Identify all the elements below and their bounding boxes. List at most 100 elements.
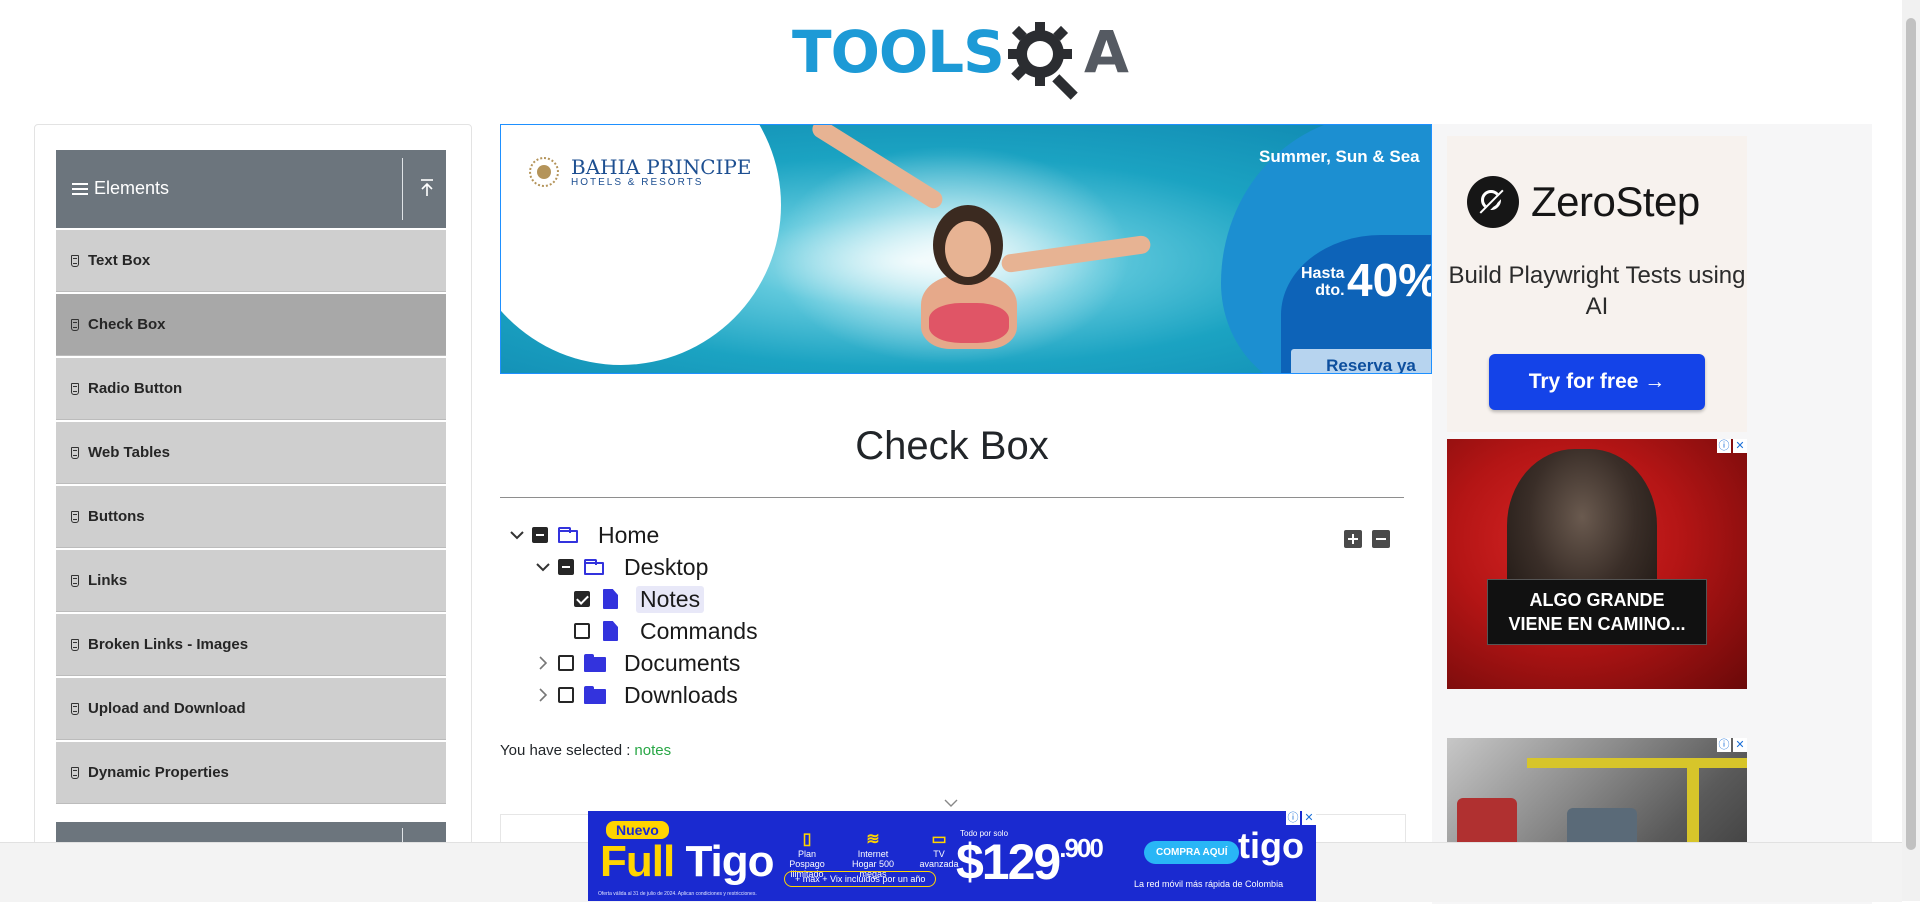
file-icon <box>600 589 624 609</box>
folder-open-icon <box>558 525 582 545</box>
expand-all-button[interactable] <box>1344 530 1362 548</box>
html5-icon <box>70 382 80 395</box>
checkbox-home[interactable] <box>532 527 548 543</box>
sidebar-item-radio-button[interactable]: Radio Button <box>56 358 446 420</box>
html5-icon <box>70 254 80 267</box>
zerostep-ad[interactable]: ZeroStep Build Playwright Tests using AI… <box>1447 136 1747 432</box>
tree-label-desktop[interactable]: Desktop <box>620 554 712 581</box>
tree-tools <box>1344 530 1390 548</box>
swimmer-face <box>945 221 991 277</box>
tigo-logo: tigo <box>1238 825 1304 866</box>
tree-label-documents[interactable]: Documents <box>620 650 744 677</box>
menu-icon <box>72 180 88 198</box>
tree-label-downloads[interactable]: Downloads <box>620 682 742 709</box>
divider <box>402 828 403 842</box>
swimmer-suit <box>929 303 1009 343</box>
chevron-down-icon[interactable] <box>504 520 530 550</box>
buy-now-button[interactable]: COMPRA AQUÍ <box>1144 841 1240 864</box>
reserve-button[interactable]: Reserva ya <box>1291 349 1431 373</box>
tigo-ad[interactable]: Nuevo Full Tigo ▯ Plan Pospago ilimitado … <box>588 811 1316 901</box>
tree-node-notes: Notes <box>572 584 705 614</box>
chevron-right-icon[interactable] <box>530 648 556 678</box>
page-title: Check Box <box>855 424 1049 468</box>
checkbox-downloads[interactable] <box>558 687 574 703</box>
tigo-legal: Oferta válida al 31 de julio de 2024. Ap… <box>598 891 757 897</box>
zerostep-logo: ZeroStep <box>1467 176 1700 228</box>
tigo-headline: Full Tigo <box>600 837 775 886</box>
close-icon[interactable]: ✕ <box>1733 439 1747 453</box>
gear-icon <box>1008 22 1078 100</box>
checkbox-notes[interactable] <box>574 591 590 607</box>
result-value: notes <box>634 742 672 759</box>
game-ad-text: ALGO GRANDE VIENE EN CAMINO... <box>1487 579 1707 645</box>
file-icon <box>600 621 624 641</box>
forms-group-header[interactable] <box>56 822 446 842</box>
adchoices-icon[interactable]: ⓘ <box>1717 738 1731 752</box>
tree-label-notes[interactable]: Notes <box>636 585 705 613</box>
bahia-principe-logo: BAHIA PRINCIPE HOTELS & RESORTS <box>527 155 751 189</box>
checkbox-desktop[interactable] <box>558 559 574 575</box>
vertical-scrollbar[interactable] <box>1902 0 1920 901</box>
checkbox-documents[interactable] <box>558 655 574 671</box>
brand-name: BAHIA PRINCIPE <box>571 154 752 179</box>
html5-icon <box>70 510 80 523</box>
logo-text: TOOLS <box>792 18 1005 86</box>
sidebar-item-dynamic-properties[interactable]: Dynamic Properties <box>56 742 446 804</box>
pipe-image <box>1527 758 1747 768</box>
zerostep-tagline: Build Playwright Tests using AI <box>1448 262 1746 320</box>
sidebar-item-broken-links[interactable]: Broken Links - Images <box>56 614 446 676</box>
tigo-price: $129.900 <box>956 833 1104 890</box>
banner-hasta: Hasta dto. <box>1301 265 1345 299</box>
html5-icon <box>70 318 80 331</box>
folder-open-icon <box>584 557 608 577</box>
bahia-principe-ad[interactable]: BAHIA PRINCIPE HOTELS & RESORTS Summer, … <box>500 124 1432 374</box>
result-label: You have selected : <box>500 742 631 759</box>
chevron-right-icon[interactable] <box>530 680 556 710</box>
elements-group-header[interactable]: Elements <box>56 150 446 228</box>
close-icon[interactable]: ✕ <box>1733 738 1747 752</box>
sidebar-item-text-box[interactable]: Text Box <box>56 230 446 292</box>
folder-icon <box>584 653 608 673</box>
divider <box>402 158 403 220</box>
tree-node-downloads: Downloads <box>530 680 742 710</box>
collapse-all-button[interactable] <box>1372 530 1390 548</box>
sidebar-item-upload-download[interactable]: Upload and Download <box>56 678 446 740</box>
wifi-icon: ≋ <box>866 831 880 848</box>
sidebar-item-buttons[interactable]: Buttons <box>56 486 446 548</box>
tigo-includes: + max + Vix incluidos por un año <box>784 871 937 887</box>
sidebar-item-links[interactable]: Links <box>56 550 446 612</box>
toolsqa-logo[interactable]: TOOLS A <box>792 14 1129 100</box>
close-icon[interactable]: ✕ <box>1302 811 1316 825</box>
sidebar-item-web-tables[interactable]: Web Tables <box>56 422 446 484</box>
adchoices-icon[interactable]: ⓘ <box>1717 439 1731 453</box>
sidebar-menu: Text Box Check Box Radio Button Web Tabl… <box>56 230 446 806</box>
chevron-down-icon[interactable] <box>944 796 958 810</box>
adchoices-icon[interactable]: ⓘ <box>1286 811 1300 825</box>
html5-icon <box>70 638 80 651</box>
phone-icon: ▯ <box>802 831 812 848</box>
tree-label-commands[interactable]: Commands <box>636 618 762 645</box>
selection-result: You have selected : notes <box>500 742 671 759</box>
try-for-free-button[interactable]: Try for free → <box>1489 354 1705 410</box>
sun-icon <box>527 155 561 189</box>
scrollbar-thumb[interactable] <box>1906 18 1916 850</box>
banner-discount: 40% <box>1347 254 1432 306</box>
html5-icon <box>70 574 80 587</box>
checkbox-tree: Home Desktop Notes Commands Documents Do… <box>500 520 1404 720</box>
upload-icon[interactable] <box>418 178 436 198</box>
tree-node-desktop: Desktop <box>530 552 712 582</box>
chevron-down-icon[interactable] <box>530 552 556 582</box>
tree-label-home[interactable]: Home <box>594 522 663 549</box>
html5-icon <box>70 766 80 779</box>
tree-node-commands: Commands <box>572 616 762 646</box>
tree-node-documents: Documents <box>530 648 744 678</box>
divider <box>500 497 1404 498</box>
game-ad[interactable]: ALGO GRANDE VIENE EN CAMINO... ⓘ ✕ <box>1447 439 1747 689</box>
tigo-slogan: La red móvil más rápida de Colombia <box>1134 879 1284 889</box>
zerostep-name: ZeroStep <box>1531 178 1700 225</box>
group-title-text: Elements <box>94 178 170 198</box>
logo-text-a: A <box>1084 18 1129 86</box>
banner-tagline: Summer, Sun & Sea <box>1259 147 1420 166</box>
checkbox-commands[interactable] <box>574 623 590 639</box>
sidebar-item-check-box[interactable]: Check Box <box>56 294 446 356</box>
